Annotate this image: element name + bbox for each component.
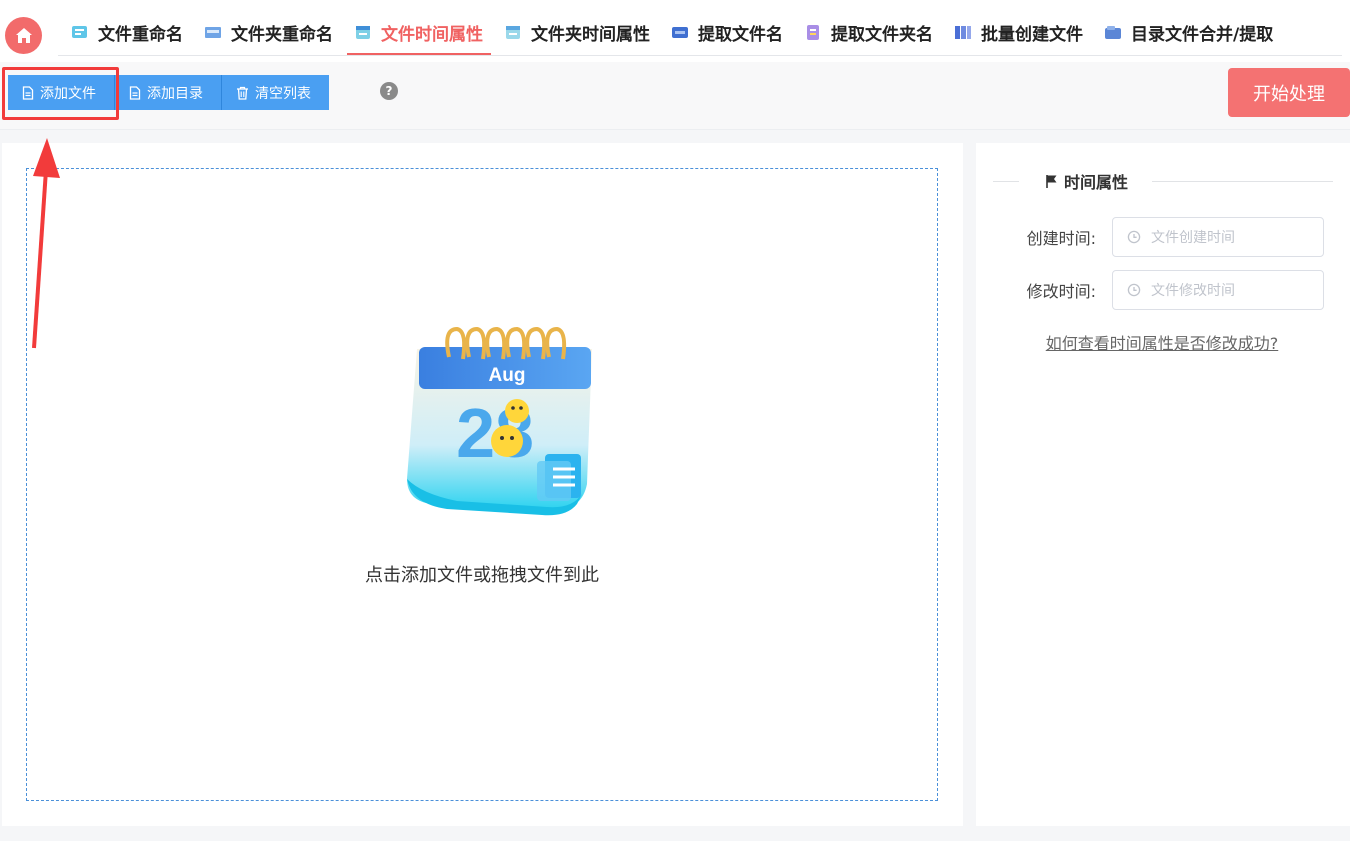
- section-title-text: 时间属性: [1064, 173, 1129, 192]
- divider: [993, 180, 1019, 182]
- time-help-link-text: 如何查看时间属性是否修改成功?: [1045, 334, 1279, 353]
- clear-list-button[interactable]: 清空列表: [222, 75, 329, 110]
- tab-folder-time[interactable]: 文件夹时间属性: [491, 10, 658, 54]
- document-icon: [129, 85, 141, 100]
- tab-file-rename[interactable]: 文件重命名: [58, 10, 191, 54]
- modify-time-row: 修改时间: 文件修改时间: [976, 270, 1350, 310]
- extract-foldername-icon: [807, 25, 819, 40]
- create-time-input[interactable]: 文件创建时间: [1112, 217, 1324, 257]
- home-button[interactable]: [5, 17, 42, 54]
- drop-hint-text: 点击添加文件或拖拽文件到此: [365, 565, 599, 586]
- file-drop-zone[interactable]: Aug 28 点击添加文件或拖拽文件到此: [26, 168, 938, 801]
- add-directory-label: 添加目录: [147, 85, 203, 102]
- tab-merge-extract[interactable]: 目录文件合并/提取: [1091, 10, 1281, 54]
- tab-label: 提取文件夹名: [831, 24, 933, 45]
- calendar-illustration-icon: Aug 28: [407, 326, 592, 516]
- tab-label: 文件重命名: [98, 24, 183, 45]
- section-header: 时间属性: [993, 169, 1333, 193]
- create-time-placeholder: 文件创建时间: [1151, 230, 1235, 246]
- tab-folder-rename[interactable]: 文件夹重命名: [191, 10, 341, 54]
- feature-tabs: 文件重命名 文件夹重命名 文件时间属性 文件夹时间属性 提取文件名 提取文件夹名…: [58, 10, 1342, 56]
- time-attributes-panel: 时间属性 创建时间: 文件创建时间 修改时间: 文件修改时间 如何查看时间属性是…: [976, 143, 1350, 826]
- modify-time-input[interactable]: 文件修改时间: [1112, 270, 1324, 310]
- add-directory-button[interactable]: 添加目录: [115, 75, 222, 110]
- folder-time-icon: [506, 26, 520, 39]
- tab-label: 文件时间属性: [381, 24, 483, 45]
- create-time-label: 创建时间:: [1026, 229, 1096, 248]
- batch-create-icon: [955, 26, 971, 39]
- add-file-button[interactable]: 添加文件: [8, 75, 115, 110]
- top-nav: 文件重命名 文件夹重命名 文件时间属性 文件夹时间属性 提取文件名 提取文件夹名…: [0, 0, 1350, 62]
- modify-time-placeholder: 文件修改时间: [1151, 283, 1235, 299]
- calendar-month-text: Aug: [489, 365, 526, 386]
- tab-label: 提取文件名: [698, 24, 783, 45]
- add-file-label: 添加文件: [40, 85, 96, 102]
- clear-list-label: 清空列表: [255, 85, 311, 102]
- section-title: 时间属性: [1019, 169, 1152, 193]
- help-icon[interactable]: ?: [380, 82, 398, 100]
- tab-file-time[interactable]: 文件时间属性: [341, 10, 491, 55]
- start-processing-button[interactable]: 开始处理: [1228, 68, 1350, 117]
- create-time-row: 创建时间: 文件创建时间: [976, 217, 1350, 257]
- file-list-panel: Aug 28 点击添加文件或拖拽文件到此: [2, 143, 963, 826]
- trash-icon: [237, 86, 248, 100]
- file-time-icon: [356, 26, 370, 39]
- tab-label: 目录文件合并/提取: [1131, 24, 1274, 45]
- toolbar: 添加文件 添加目录 清空列表: [0, 62, 1350, 130]
- tab-label: 批量创建文件: [981, 24, 1083, 45]
- toolbar-button-group: 添加文件 添加目录 清空列表: [8, 75, 329, 110]
- tab-extract-filename[interactable]: 提取文件名: [658, 10, 791, 54]
- tab-extract-foldername[interactable]: 提取文件夹名: [791, 10, 941, 54]
- tab-batch-create[interactable]: 批量创建文件: [941, 10, 1091, 54]
- flag-icon: [1046, 174, 1057, 188]
- extract-filename-icon: [672, 27, 688, 38]
- tab-label: 文件夹时间属性: [531, 24, 650, 45]
- folder-rename-icon: [205, 27, 221, 38]
- document-icon: [22, 85, 34, 100]
- modify-time-label: 修改时间:: [1026, 282, 1096, 301]
- merge-extract-icon: [1105, 26, 1121, 39]
- file-rename-icon: [72, 26, 87, 38]
- divider: [1152, 180, 1333, 182]
- home-icon: [15, 28, 32, 43]
- tab-label: 文件夹重命名: [231, 24, 333, 45]
- clock-icon: [1127, 230, 1141, 244]
- clock-icon: [1127, 283, 1141, 297]
- time-help-link[interactable]: 如何查看时间属性是否修改成功?: [975, 330, 1349, 354]
